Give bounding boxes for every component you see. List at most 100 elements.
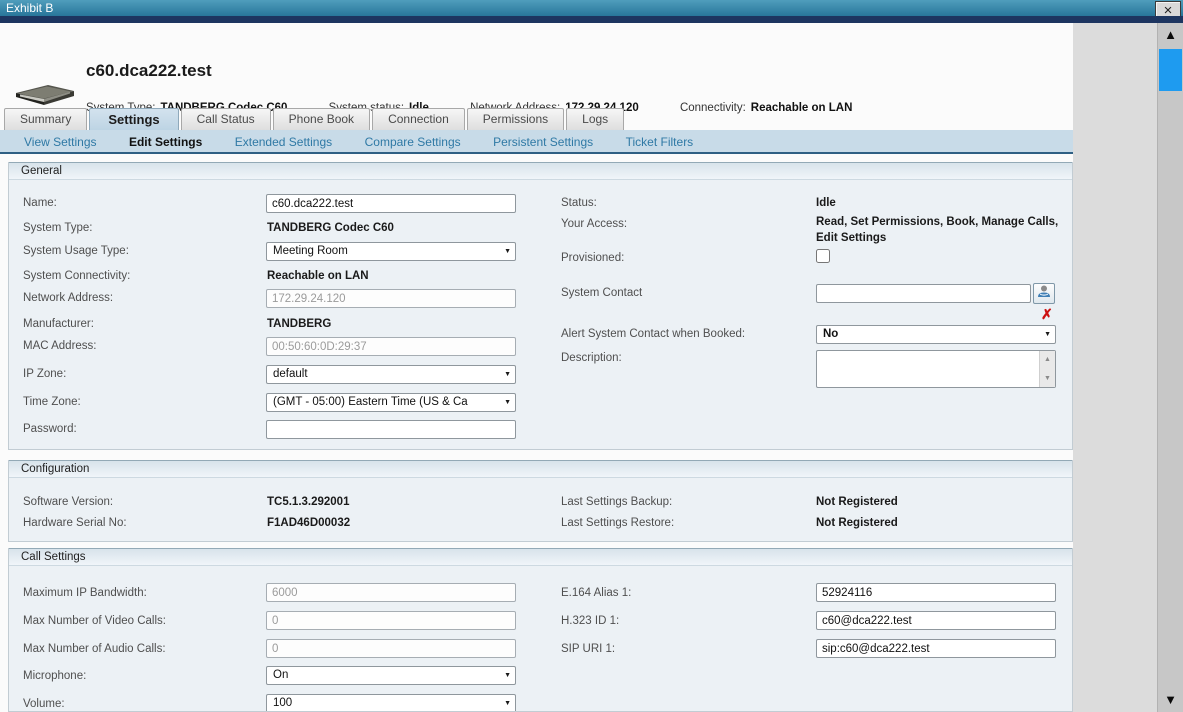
last-settings-restore-value: Not Registered xyxy=(816,517,898,529)
titlebar: Exhibit B xyxy=(0,0,1183,16)
name-input[interactable] xyxy=(266,194,516,213)
status-label: Status: xyxy=(561,197,597,209)
textarea-scroll-up-icon[interactable]: ▲ xyxy=(1040,356,1055,363)
h323-id-label: H.323 ID 1: xyxy=(561,615,619,627)
dropdown-icon: ▼ xyxy=(1041,331,1051,338)
textarea-scroll-rail[interactable]: ▲ ▼ xyxy=(1039,351,1055,387)
password-input[interactable] xyxy=(266,420,516,439)
section-general-header: General xyxy=(9,162,1072,180)
max-ip-bandwidth-input xyxy=(266,583,516,602)
max-audio-calls-input xyxy=(266,639,516,658)
last-settings-backup-label: Last Settings Backup: xyxy=(561,496,672,508)
scroll-up-icon: ▲ xyxy=(1164,27,1177,42)
right-gutter xyxy=(1073,23,1157,712)
dropdown-icon: ▼ xyxy=(501,672,511,679)
titlebar-accent xyxy=(0,16,1183,23)
tab-connection[interactable]: Connection xyxy=(372,108,465,130)
scrollbar-thumb[interactable] xyxy=(1159,49,1182,91)
provisioned-label: Provisioned: xyxy=(561,252,624,264)
network-address-input xyxy=(266,289,516,308)
microphone-label: Microphone: xyxy=(23,670,86,682)
sip-uri-input[interactable] xyxy=(816,639,1056,658)
dropdown-icon: ▼ xyxy=(501,371,511,378)
connectivity-value: Reachable on LAN xyxy=(751,102,853,114)
system-contact-label: System Contact xyxy=(561,287,642,299)
connectivity-pair: Connectivity: Reachable on LAN xyxy=(680,102,852,114)
mac-address-label: MAC Address: xyxy=(23,340,97,352)
window-title: Exhibit B xyxy=(6,1,53,15)
hardware-serial-label: Hardware Serial No: xyxy=(23,517,127,529)
hardware-serial-value: F1AD46D00032 xyxy=(267,517,350,529)
e164-alias-input[interactable] xyxy=(816,583,1056,602)
your-access-value: Read, Set Permissions, Book, Manage Call… xyxy=(816,215,1073,246)
system-connectivity-label: System Connectivity: xyxy=(23,270,130,282)
max-ip-bandwidth-label: Maximum IP Bandwidth: xyxy=(23,587,147,599)
volume-select[interactable]: 100 ▼ xyxy=(266,694,516,712)
tab-summary[interactable]: Summary xyxy=(4,108,87,130)
description-label: Description: xyxy=(561,352,622,364)
tab-logs[interactable]: Logs xyxy=(566,108,624,130)
content-area: c60.dca222.test System Type:TANDBERG Cod… xyxy=(0,23,1073,712)
max-video-calls-label: Max Number of Video Calls: xyxy=(23,615,166,627)
last-settings-restore-label: Last Settings Restore: xyxy=(561,517,674,529)
ip-zone-value: default xyxy=(273,368,308,380)
section-general: General Name: System Type: TANDBERG Code… xyxy=(8,162,1073,450)
scroll-down-icon: ▼ xyxy=(1164,692,1177,707)
system-usage-type-select[interactable]: Meeting Room ▼ xyxy=(266,242,516,261)
alert-system-contact-value: No xyxy=(823,328,838,340)
tab-permissions[interactable]: Permissions xyxy=(467,108,564,130)
subtab-ticket-filters[interactable]: Ticket Filters xyxy=(612,130,708,149)
section-call-settings-header: Call Settings xyxy=(9,548,1072,566)
scroll-up-button[interactable]: ▲ xyxy=(1158,23,1183,47)
select-contact-button[interactable] xyxy=(1033,283,1055,304)
section-configuration-header: Configuration xyxy=(9,460,1072,478)
system-usage-type-value: Meeting Room xyxy=(273,245,348,257)
remove-contact-icon[interactable]: ✗ xyxy=(1041,307,1053,321)
section-call-settings: Call Settings Maximum IP Bandwidth: Max … xyxy=(8,548,1073,712)
subtab-edit-settings[interactable]: Edit Settings xyxy=(115,130,216,149)
alert-system-contact-select[interactable]: No ▼ xyxy=(816,325,1056,344)
tab-settings[interactable]: Settings xyxy=(89,108,178,130)
ip-zone-label: IP Zone: xyxy=(23,368,66,380)
mac-address-input xyxy=(266,337,516,356)
time-zone-select[interactable]: (GMT - 05:00) Eastern Time (US & Ca ▼ xyxy=(266,393,516,412)
volume-label: Volume: xyxy=(23,698,65,710)
main-tabs: SummarySettingsCall StatusPhone BookConn… xyxy=(4,108,626,130)
sip-uri-label: SIP URI 1: xyxy=(561,643,615,655)
system-connectivity-value: Reachable on LAN xyxy=(267,270,369,282)
scroll-down-button[interactable]: ▼ xyxy=(1158,688,1183,712)
time-zone-value: (GMT - 05:00) Eastern Time (US & Ca xyxy=(273,396,468,408)
provisioned-checkbox[interactable] xyxy=(816,249,830,263)
tab-call-status[interactable]: Call Status xyxy=(181,108,271,130)
dropdown-icon: ▼ xyxy=(501,248,511,255)
description-textarea[interactable]: ▲ ▼ xyxy=(816,350,1056,388)
textarea-scroll-down-icon[interactable]: ▼ xyxy=(1040,375,1055,382)
subtab-extended-settings[interactable]: Extended Settings xyxy=(221,130,346,149)
last-settings-backup-value: Not Registered xyxy=(816,496,898,508)
h323-id-input[interactable] xyxy=(816,611,1056,630)
time-zone-label: Time Zone: xyxy=(23,396,81,408)
microphone-select[interactable]: On ▼ xyxy=(266,666,516,685)
connectivity-label: Connectivity: xyxy=(680,102,746,114)
contact-person-icon xyxy=(1036,284,1052,299)
microphone-value: On xyxy=(273,669,288,681)
dropdown-icon: ▼ xyxy=(501,399,511,406)
system-contact-input[interactable] xyxy=(816,284,1031,303)
system-usage-type-label: System Usage Type: xyxy=(23,245,129,257)
system-type-field-label: System Type: xyxy=(23,222,92,234)
e164-alias-label: E.164 Alias 1: xyxy=(561,587,631,599)
alert-system-contact-label: Alert System Contact when Booked: xyxy=(561,328,745,340)
subtab-view-settings[interactable]: View Settings xyxy=(10,130,111,149)
status-value: Idle xyxy=(816,197,836,209)
ip-zone-select[interactable]: default ▼ xyxy=(266,365,516,384)
max-audio-calls-label: Max Number of Audio Calls: xyxy=(23,643,166,655)
subtab-compare-settings[interactable]: Compare Settings xyxy=(351,130,475,149)
manufacturer-value: TANDBERG xyxy=(267,318,331,330)
system-name-heading: c60.dca222.test xyxy=(86,61,212,81)
vertical-scrollbar[interactable]: ▲ ▼ xyxy=(1157,23,1183,712)
max-video-calls-input xyxy=(266,611,516,630)
tab-phone-book[interactable]: Phone Book xyxy=(273,108,370,130)
subtab-persistent-settings[interactable]: Persistent Settings xyxy=(479,130,607,149)
password-label: Password: xyxy=(23,423,77,435)
software-version-value: TC5.1.3.292001 xyxy=(267,496,349,508)
